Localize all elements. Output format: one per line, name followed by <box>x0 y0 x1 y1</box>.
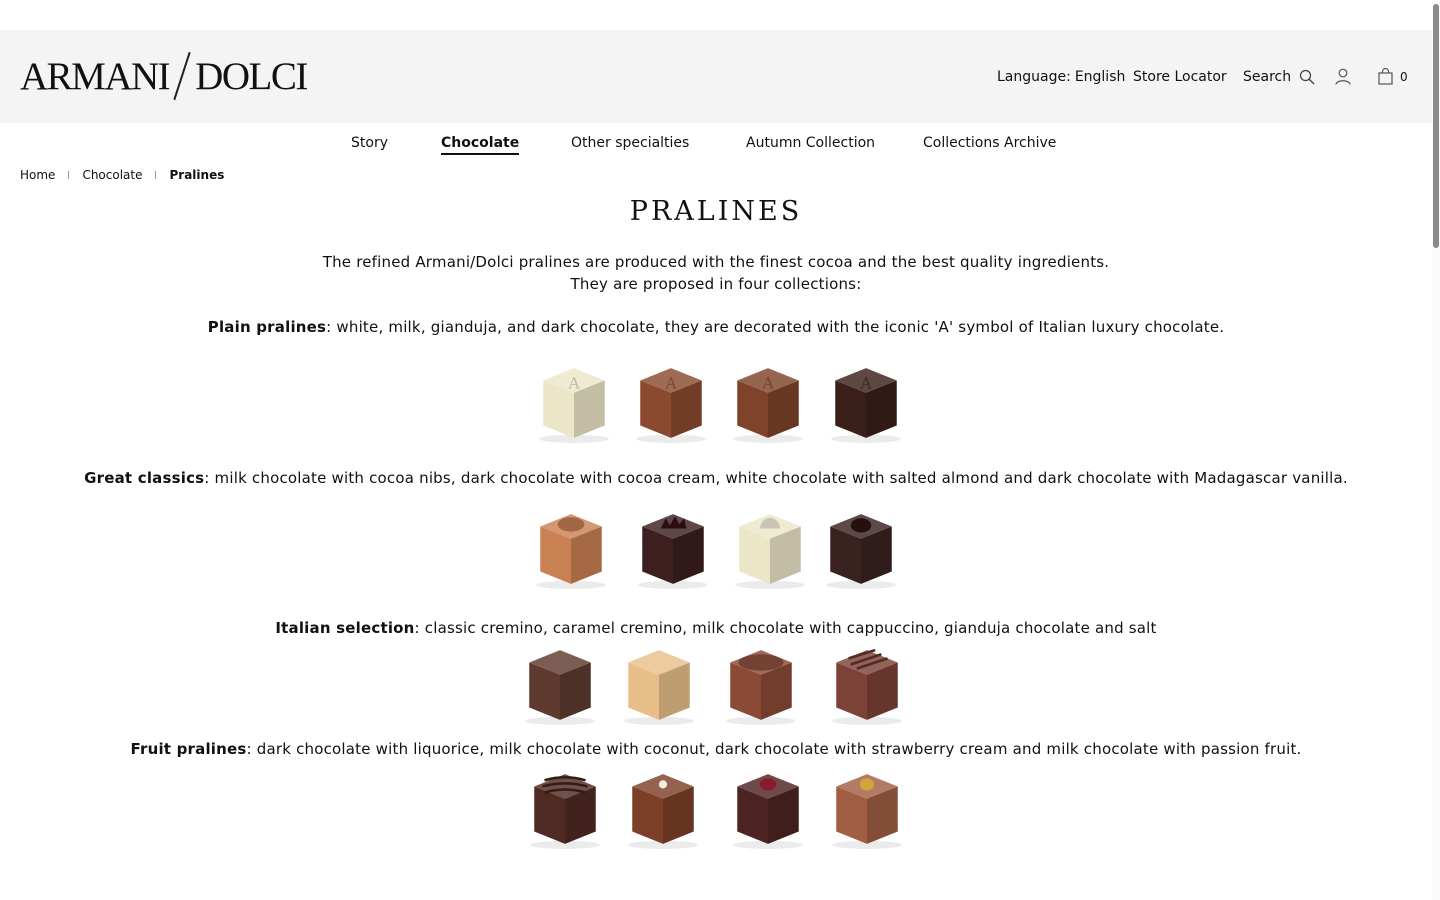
praline-image: A <box>825 362 907 444</box>
shopping-bag-icon <box>1378 68 1393 85</box>
collection-text: : dark chocolate with liquorice, milk ch… <box>246 740 1302 758</box>
svg-text:A: A <box>761 375 774 393</box>
breadcrumb-separator <box>68 171 70 179</box>
collection-description-italian: Italian selection: classic cremino, cara… <box>0 619 1432 637</box>
svg-text:A: A <box>567 375 580 393</box>
nav-item-autumn-collection[interactable]: Autumn Collection <box>746 135 875 151</box>
nav-item-chocolate[interactable]: Chocolate <box>441 135 520 155</box>
praline-image: A <box>727 362 809 444</box>
brand-logo[interactable]: ARMANI DOLCI <box>20 51 308 101</box>
collection-description-fruit: Fruit pralines: dark chocolate with liqu… <box>0 740 1432 758</box>
svg-text:A: A <box>664 375 677 393</box>
search-button[interactable]: Search <box>1243 30 1315 123</box>
praline-image <box>826 768 908 850</box>
praline-image: A <box>533 362 615 444</box>
collection-description-plain: Plain pralines: white, milk, gianduja, a… <box>0 318 1432 336</box>
account-button[interactable] <box>1335 30 1351 123</box>
praline-image <box>826 644 908 726</box>
praline-image <box>519 644 601 726</box>
collection-name: Great classics <box>84 469 205 487</box>
store-locator-label: Store Locator <box>1133 68 1227 85</box>
site-header: ARMANI DOLCI Language: English Store Loc… <box>0 30 1432 123</box>
collection-text: : milk chocolate with cocoa nibs, dark c… <box>204 469 1348 487</box>
collection-name: Plain pralines <box>207 318 327 336</box>
nav-item-other-specialties[interactable]: Other specialties <box>571 135 689 151</box>
collection-text: : white, milk, gianduja, and dark chocol… <box>326 318 1225 336</box>
breadcrumb-chocolate[interactable]: Chocolate <box>82 168 142 182</box>
praline-image <box>727 768 809 850</box>
main-nav: Story Chocolate Other specialties Autumn… <box>0 130 1432 160</box>
praline-image <box>729 508 811 590</box>
breadcrumb-home[interactable]: Home <box>20 168 55 182</box>
logo-slash <box>173 51 191 101</box>
collection-description-classics: Great classics: milk chocolate with coco… <box>0 469 1432 487</box>
praline-image <box>632 508 714 590</box>
cart-button[interactable]: 0 <box>1378 30 1408 123</box>
search-icon <box>1299 69 1315 85</box>
page-title: PRALINES <box>629 196 803 227</box>
nav-item-collections-archive[interactable]: Collections Archive <box>923 135 1056 151</box>
praline-image: A <box>630 362 712 444</box>
logo-armani: ARMANI <box>20 54 171 98</box>
scrollbar-thumb[interactable] <box>1433 4 1439 248</box>
praline-image <box>820 508 902 590</box>
language-selector[interactable]: Language: English <box>997 30 1125 123</box>
collection-name: Italian selection <box>275 619 415 637</box>
praline-image <box>720 644 802 726</box>
language-label: Language: <box>997 68 1071 85</box>
praline-image <box>618 644 700 726</box>
breadcrumb: Home Chocolate Pralines <box>20 168 224 182</box>
language-value: English <box>1074 68 1126 85</box>
breadcrumb-separator <box>155 171 157 179</box>
store-locator-link[interactable]: Store Locator <box>1133 30 1227 123</box>
svg-text:A: A <box>859 375 872 393</box>
praline-image <box>524 768 606 850</box>
collection-text: : classic cremino, caramel cremino, milk… <box>414 619 1157 637</box>
collection-name: Fruit pralines <box>130 740 247 758</box>
praline-image <box>622 768 704 850</box>
praline-image <box>530 508 612 590</box>
breadcrumb-current: Pralines <box>169 168 225 182</box>
intro-line-1: The refined Armani/Dolci pralines are pr… <box>322 253 1110 271</box>
logo-dolci: DOLCI <box>195 54 308 98</box>
scrollbar[interactable] <box>1432 0 1440 900</box>
nav-item-story[interactable]: Story <box>351 135 388 151</box>
cart-count: 0 <box>1400 69 1408 84</box>
user-icon <box>1335 68 1351 85</box>
search-label: Search <box>1243 68 1292 85</box>
intro-line-2: They are proposed in four collections: <box>570 275 862 293</box>
